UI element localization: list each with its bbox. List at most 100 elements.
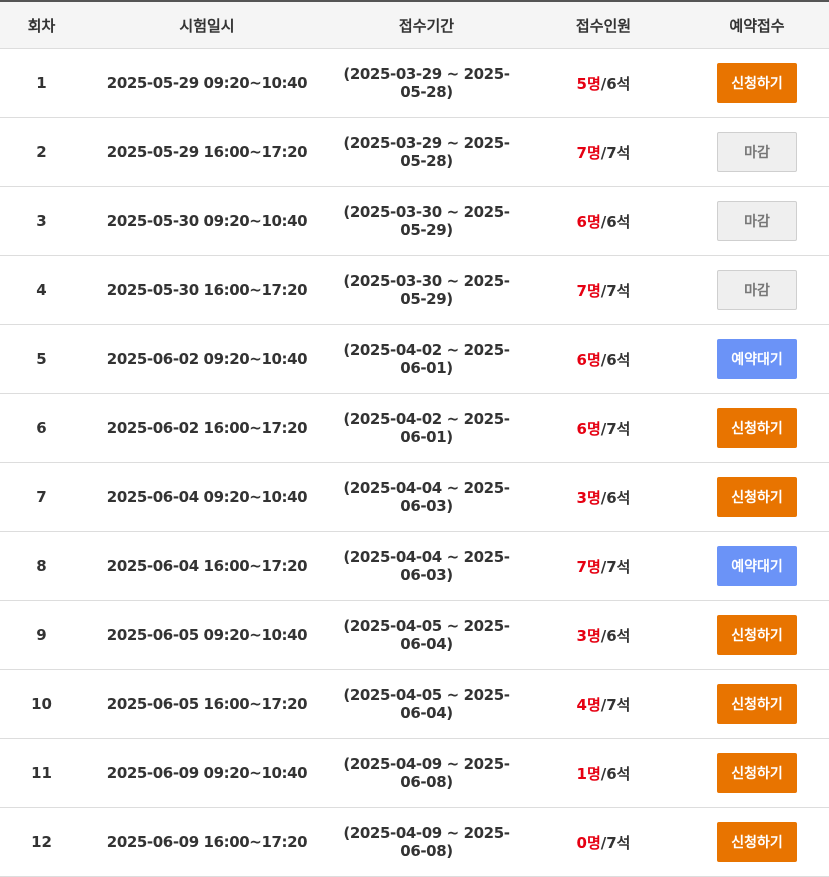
applicant-count: 3명 [576,626,601,645]
closed-button[interactable]: 마감 [717,132,797,172]
applicants-cell: 7명/7석 [522,142,685,163]
reservation-cell: 마감 [685,201,829,241]
seat-capacity: /7석 [600,557,631,576]
seat-capacity: /7석 [600,143,631,162]
applicants-cell: 6명/7석 [522,418,685,439]
closed-button[interactable]: 마감 [717,270,797,310]
seat-capacity: /6석 [600,626,631,645]
apply-button[interactable]: 신청하기 [717,753,797,793]
round-cell: 9 [36,626,47,644]
exam-schedule-table: 회차 시험일시 접수기간 접수인원 예약접수 1 2025-05-29 09:20… [0,0,829,877]
closed-button[interactable]: 마감 [717,201,797,241]
round-cell: 1 [36,74,47,92]
seat-capacity: /7석 [600,833,631,852]
applicant-count: 7명 [576,281,601,300]
reception-period-cell: (2025-04-04 ~ 2025-06-03) [343,479,510,515]
table-row: 8 2025-06-04 16:00~17:20 (2025-04-04 ~ 202… [0,532,829,601]
apply-button[interactable]: 신청하기 [717,408,797,448]
exam-datetime-cell: 2025-05-30 16:00~17:20 [106,281,308,299]
applicants-cell: 6명/6석 [522,349,685,370]
seat-capacity: /6석 [600,212,631,231]
reservation-cell: 신청하기 [685,615,829,655]
table-header: 회차 시험일시 접수기간 접수인원 예약접수 [0,2,829,49]
applicant-count: 6명 [576,419,601,438]
exam-datetime-cell: 2025-06-05 16:00~17:20 [106,695,308,713]
reception-period-cell: (2025-03-29 ~ 2025-05-28) [343,65,510,101]
applicant-count: 6명 [576,212,601,231]
seat-capacity: /6석 [600,74,631,93]
exam-datetime-cell: 2025-05-29 16:00~17:20 [106,143,308,161]
applicant-count: 0명 [576,833,601,852]
reception-period-cell: (2025-04-02 ~ 2025-06-01) [343,341,510,377]
applicants-cell: 6명/6석 [522,211,685,232]
table-row: 12 2025-06-09 16:00~17:20 (2025-04-09 ~ 20… [0,808,829,877]
table-row: 1 2025-05-29 09:20~10:40 (2025-03-29 ~ 202… [0,49,829,118]
round-cell: 3 [36,212,47,230]
reception-period-cell: (2025-04-02 ~ 2025-06-01) [343,410,510,446]
reservation-cell: 신청하기 [685,408,829,448]
reservation-cell: 신청하기 [685,684,829,724]
applicants-cell: 1명/6석 [522,763,685,784]
table-row: 5 2025-06-02 09:20~10:40 (2025-04-02 ~ 202… [0,325,829,394]
round-cell: 10 [31,695,52,713]
applicants-cell: 3명/6석 [522,487,685,508]
applicant-count: 6명 [576,350,601,369]
reservation-cell: 예약대기 [685,339,829,379]
round-cell: 12 [31,833,52,851]
seat-capacity: /7석 [600,695,631,714]
header-round: 회차 [27,16,56,35]
reception-period-cell: (2025-03-30 ~ 2025-05-29) [343,272,510,308]
seat-capacity: /7석 [600,419,631,438]
apply-button[interactable]: 신청하기 [717,684,797,724]
round-cell: 4 [36,281,47,299]
applicants-cell: 5명/6석 [522,73,685,94]
reservation-cell: 신청하기 [685,753,829,793]
round-cell: 2 [36,143,47,161]
applicant-count: 7명 [576,143,601,162]
reservation-cell: 신청하기 [685,822,829,862]
header-applicants: 접수인원 [575,16,632,35]
applicants-cell: 7명/7석 [522,280,685,301]
table-row: 6 2025-06-02 16:00~17:20 (2025-04-02 ~ 202… [0,394,829,463]
exam-datetime-cell: 2025-06-04 09:20~10:40 [106,488,308,506]
table-row: 10 2025-06-05 16:00~17:20 (2025-04-05 ~ 20… [0,670,829,739]
applicant-count: 4명 [576,695,601,714]
header-reception-period: 접수기간 [398,16,455,35]
apply-button[interactable]: 신청하기 [717,63,797,103]
apply-button[interactable]: 신청하기 [717,615,797,655]
table-row: 11 2025-06-09 09:20~10:40 (2025-04-09 ~ 20… [0,739,829,808]
exam-datetime-cell: 2025-06-02 09:20~10:40 [106,350,308,368]
applicant-count: 3명 [576,488,601,507]
applicant-count: 7명 [576,557,601,576]
reception-period-cell: (2025-03-30 ~ 2025-05-29) [343,203,510,239]
seat-capacity: /6석 [600,488,631,507]
round-cell: 11 [31,764,52,782]
applicant-count: 5명 [576,74,601,93]
round-cell: 6 [36,419,47,437]
reception-period-cell: (2025-04-04 ~ 2025-06-03) [343,548,510,584]
seat-capacity: /6석 [600,350,631,369]
exam-datetime-cell: 2025-06-02 16:00~17:20 [106,419,308,437]
table-row: 7 2025-06-04 09:20~10:40 (2025-04-04 ~ 202… [0,463,829,532]
exam-datetime-cell: 2025-05-29 09:20~10:40 [106,74,308,92]
applicants-cell: 0명/7석 [522,832,685,853]
round-cell: 7 [36,488,47,506]
applicants-cell: 3명/6석 [522,625,685,646]
apply-button[interactable]: 신청하기 [717,477,797,517]
reservation-cell: 마감 [685,270,829,310]
reservation-cell: 예약대기 [685,546,829,586]
seat-capacity: /6석 [600,764,631,783]
applicants-cell: 7명/7석 [522,556,685,577]
apply-button[interactable]: 신청하기 [717,822,797,862]
table-body: 1 2025-05-29 09:20~10:40 (2025-03-29 ~ 202… [0,49,829,877]
waitlist-button[interactable]: 예약대기 [717,546,797,586]
exam-datetime-cell: 2025-06-05 09:20~10:40 [106,626,308,644]
exam-datetime-cell: 2025-05-30 09:20~10:40 [106,212,308,230]
reservation-cell: 신청하기 [685,477,829,517]
reception-period-cell: (2025-03-29 ~ 2025-05-28) [343,134,510,170]
round-cell: 5 [36,350,47,368]
waitlist-button[interactable]: 예약대기 [717,339,797,379]
seat-capacity: /7석 [600,281,631,300]
header-reservation: 예약접수 [729,16,785,35]
reservation-cell: 신청하기 [685,63,829,103]
